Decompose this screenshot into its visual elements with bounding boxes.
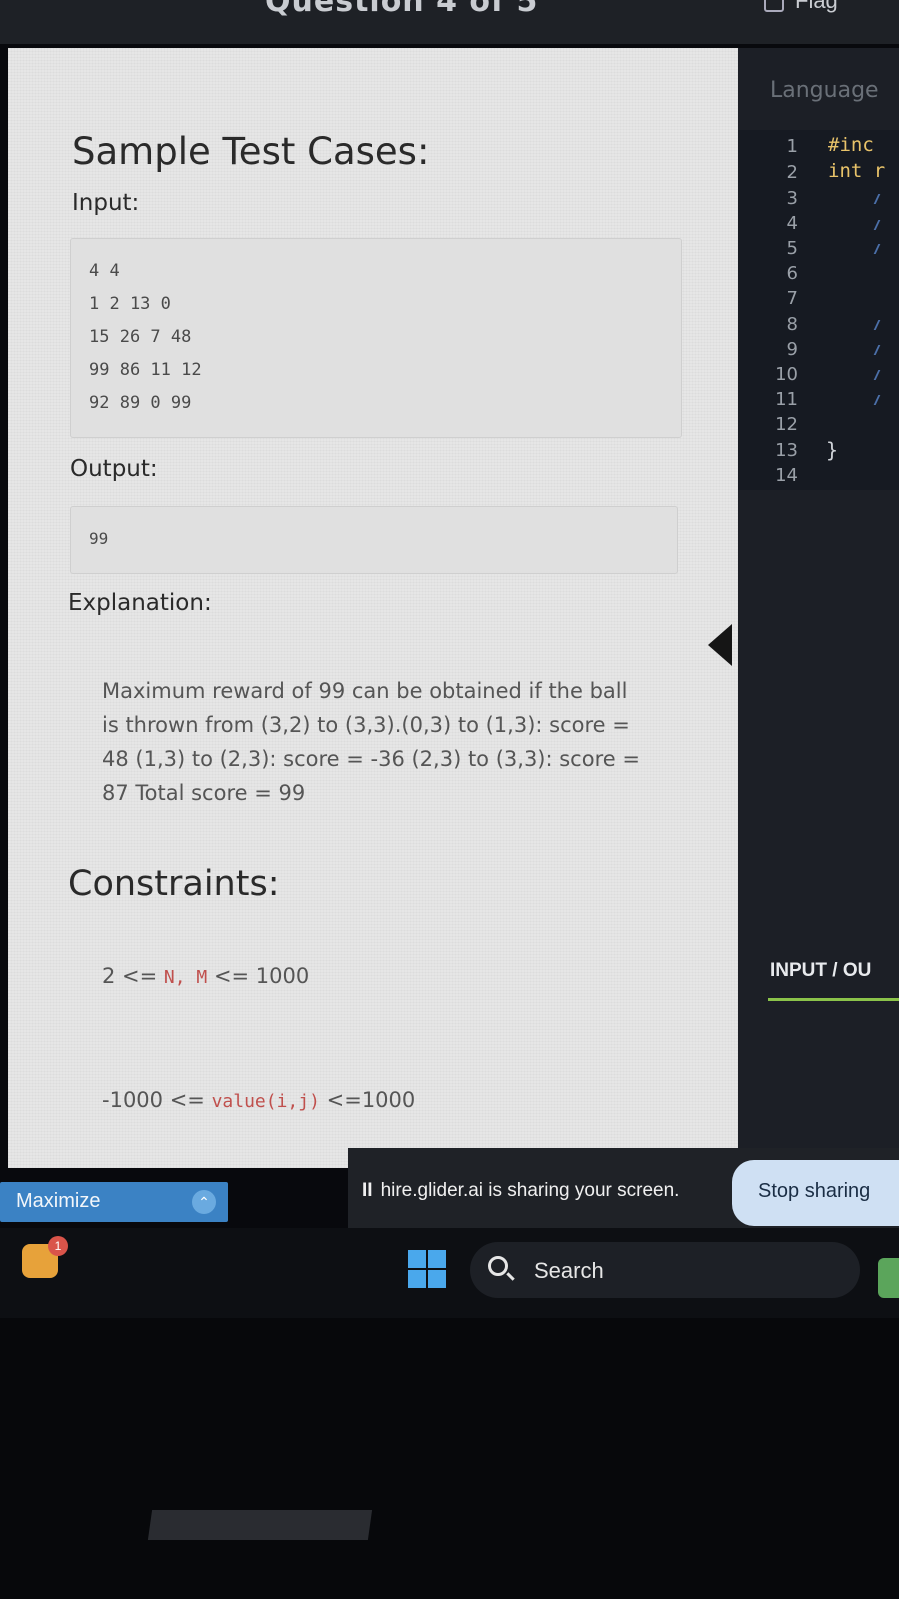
flag-checkbox[interactable] — [764, 0, 784, 12]
sharing-message: II hire.glider.ai is sharing your screen. — [362, 1180, 679, 1202]
line-number: 5 — [786, 238, 798, 259]
stop-sharing-label: Stop sharing — [758, 1180, 871, 1202]
collapse-panel-arrow-icon[interactable] — [708, 624, 732, 666]
indent-guide — [873, 345, 881, 355]
constraint-2-code: value(i,j) — [211, 1091, 320, 1112]
line-number: 10 — [775, 364, 798, 385]
constraint-1: 2 <= N, M <= 1000 — [102, 964, 309, 988]
output-label: Output: — [70, 456, 158, 482]
active-tab-indicator — [768, 998, 899, 1001]
screen-sharing-bar: II hire.glider.ai is sharing your screen.… — [348, 1148, 899, 1228]
constraint-1-prefix: 2 <= — [102, 964, 164, 988]
input-line: 1 2 13 0 — [89, 294, 171, 314]
indent-guide — [873, 370, 881, 380]
code-line-13: } — [826, 438, 839, 462]
chevron-up-icon: ⌃ — [192, 1190, 216, 1214]
line-number: 13 — [775, 440, 798, 461]
windows-start-icon[interactable] — [408, 1250, 446, 1288]
input-line: 99 86 11 12 — [89, 360, 202, 380]
pause-icon: II — [362, 1180, 373, 1201]
line-number: 4 — [786, 213, 798, 234]
line-number: 14 — [775, 465, 798, 486]
constraints-heading: Constraints: — [68, 864, 280, 904]
indent-guide — [873, 194, 881, 204]
search-label: Search — [534, 1258, 604, 1283]
sharing-message-text: hire.glider.ai is sharing your screen. — [380, 1180, 680, 1201]
constraint-2-prefix: -1000 <= — [102, 1088, 212, 1112]
constraint-1-suffix: <= 1000 — [207, 964, 310, 988]
monitor-bezel — [0, 1318, 899, 1599]
input-label: Input: — [72, 190, 140, 216]
line-number: 6 — [786, 263, 798, 284]
code-line-2: int r — [828, 160, 886, 182]
sample-output-box: 99 — [70, 506, 678, 574]
notification-badge: 1 — [48, 1236, 68, 1256]
flag-label[interactable]: Flag — [795, 0, 838, 14]
line-number: 7 — [786, 288, 798, 309]
problem-panel: Sample Test Cases: Input: 4 4 1 2 13 0 1… — [8, 48, 738, 1168]
code-line-1: #inc — [828, 134, 874, 156]
code-editor-panel: Language 1 2 3 4 5 6 7 8 9 10 11 12 13 1… — [738, 48, 899, 1154]
explanation-text: Maximum reward of 99 can be obtained if … — [102, 679, 640, 805]
indent-guide — [873, 244, 881, 254]
stop-sharing-button[interactable]: Stop sharing — [732, 1160, 899, 1226]
indent-guide — [873, 395, 881, 405]
line-number: 11 — [775, 389, 798, 410]
output-value: 99 — [89, 529, 109, 548]
top-bar: Question 4 of 5 Flag — [0, 0, 899, 44]
sample-test-cases-heading: Sample Test Cases: — [72, 130, 430, 173]
line-number: 12 — [775, 414, 798, 435]
line-number: 3 — [786, 188, 798, 209]
constraint-2-suffix: <=1000 — [319, 1088, 416, 1112]
line-number: 1 — [786, 136, 798, 157]
explanation-label: Explanation: — [68, 590, 212, 616]
taskbar: 1 Search — [0, 1228, 899, 1318]
language-selector[interactable]: Language — [770, 78, 879, 103]
maximize-button[interactable]: Maximize ⌃ — [0, 1182, 228, 1222]
code-editor[interactable]: 1 2 3 4 5 6 7 8 9 10 11 12 13 14 #inc in… — [738, 130, 899, 490]
line-number: 9 — [786, 339, 798, 360]
constraint-2: -1000 <= value(i,j) <=1000 — [102, 1088, 415, 1112]
question-counter: Question 4 of 5 — [265, 0, 539, 19]
tab-input-output[interactable]: INPUT / OU — [770, 960, 871, 982]
line-number: 2 — [786, 162, 798, 183]
line-number: 8 — [786, 314, 798, 335]
input-line: 15 26 7 48 — [89, 327, 192, 347]
taskbar-search-box[interactable]: Search — [470, 1242, 860, 1298]
indent-guide — [873, 320, 881, 330]
constraint-1-code: N, M — [163, 967, 208, 988]
indent-guide — [873, 220, 881, 230]
input-line: 4 4 — [89, 261, 120, 281]
input-line: 92 89 0 99 — [89, 393, 192, 413]
widgets-icon[interactable] — [878, 1258, 899, 1298]
search-icon — [488, 1256, 508, 1276]
bezel-reflection — [147, 1510, 373, 1540]
sample-input-box: 4 4 1 2 13 0 15 26 7 48 99 86 11 12 92 8… — [70, 238, 682, 438]
maximize-label: Maximize — [16, 1190, 101, 1212]
